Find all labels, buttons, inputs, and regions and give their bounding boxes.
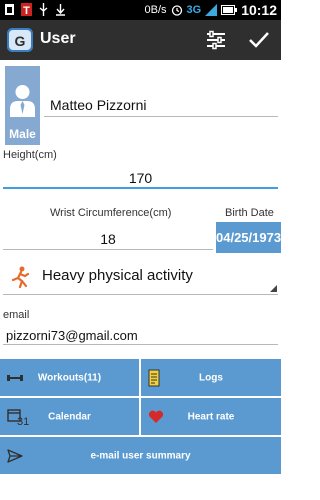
workouts-button[interactable]: Workouts(11) [0, 359, 139, 396]
email-underline [3, 344, 278, 345]
page-title: User [40, 30, 76, 47]
network-speed: 0B/s [144, 4, 167, 16]
status-left-icons: T [4, 3, 66, 16]
download-icon [56, 4, 65, 16]
notification-t-icon: T [21, 3, 32, 16]
email-field[interactable]: pizzorni73@gmail.com [6, 328, 138, 343]
name-underline [44, 116, 278, 117]
svg-text:G: G [15, 33, 26, 49]
logs-button[interactable]: Logs [141, 359, 281, 396]
status-right-icons: 0B/s 3G 10:12 [144, 2, 277, 18]
gender-label: Male [9, 127, 36, 141]
activity-underline [3, 294, 278, 295]
heart-rate-label: Heart rate [187, 411, 235, 422]
battery-icon [221, 5, 238, 15]
calendar-button[interactable]: 31 Calendar [0, 398, 139, 435]
user-avatar-icon [10, 85, 35, 117]
email-label: email [3, 309, 30, 321]
heart-rate-button[interactable]: Heart rate [141, 398, 281, 435]
checkmark-icon[interactable] [247, 28, 271, 52]
wrist-field[interactable]: 18 [0, 231, 216, 247]
signal-icon [205, 4, 218, 16]
runner-icon [11, 266, 30, 288]
birth-date-button[interactable]: 04/25/1973 [216, 222, 281, 253]
email-summary-label: e-mail user summary [90, 450, 191, 461]
height-field[interactable]: 170 [0, 170, 281, 186]
workouts-label: Workouts(11) [37, 372, 102, 383]
action-bar: G User [0, 20, 281, 60]
wrist-label: Wrist Circumference(cm) [50, 207, 172, 219]
svg-text:T: T [23, 5, 30, 16]
dropdown-caret-icon [270, 285, 277, 292]
wrist-underline [3, 249, 213, 250]
calendar-label: Calendar [48, 411, 91, 422]
activity-level-select[interactable]: Heavy physical activity [42, 267, 193, 284]
network-type: 3G [186, 4, 202, 16]
email-summary-button[interactable]: e-mail user summary [0, 437, 281, 474]
height-label: Height(cm) [3, 149, 57, 161]
status-bar: T 0B/s 3G 10:12 [0, 0, 281, 20]
name-field[interactable]: Matteo Pizzorni [50, 97, 146, 113]
sim-icon [5, 4, 14, 15]
alarm-icon [171, 5, 182, 16]
usb-icon [39, 3, 48, 16]
birth-date-label: Birth Date [225, 207, 274, 219]
clock: 10:12 [241, 2, 277, 18]
logs-label: Logs [199, 372, 223, 383]
height-underline [3, 187, 278, 189]
sliders-icon[interactable] [204, 28, 228, 52]
avatar-gender-button[interactable]: Male [5, 66, 40, 145]
app-logo-icon: G [7, 28, 33, 52]
